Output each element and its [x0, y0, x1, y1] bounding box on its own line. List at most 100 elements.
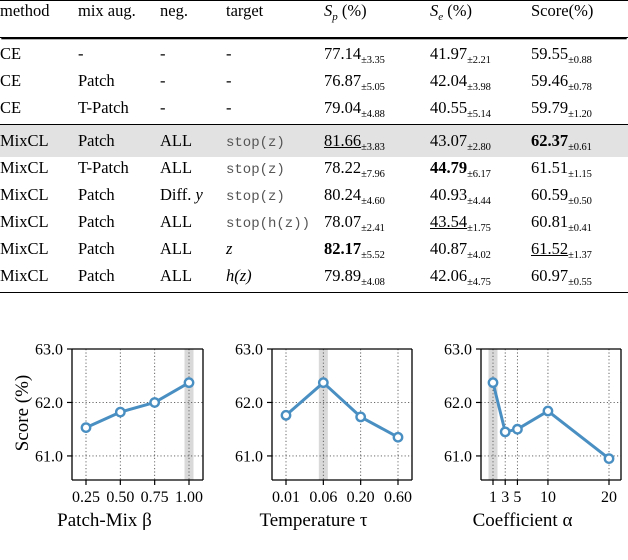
chart-2-svg: 61.0 62.0 63.0 1 3 5 10 20 [444, 342, 622, 506]
cell-sp-stddev: ±4.08 [361, 276, 385, 288]
cell-se: 41.97±2.21 [430, 38, 531, 71]
chart-0-ytick-label: 63.0 [35, 342, 63, 359]
chart-1-data-point [392, 431, 404, 443]
cell-se-value: 44.79 [430, 158, 468, 177]
cell-method: MixCL [0, 265, 78, 293]
chart-1-series-line [284, 381, 400, 439]
chart-2-data-point [603, 453, 615, 465]
cell-method: MixCL [0, 157, 78, 184]
score-label: Score [531, 1, 569, 20]
results-table-container: method mix aug. neg. target Sp (%) Se (%… [0, 0, 628, 306]
sp-unit: (%) [341, 1, 367, 20]
cell-se-stddev: ±4.44 [467, 195, 491, 207]
cell-mix-aug: - [78, 38, 160, 71]
cell-score-value: 59.55 [531, 44, 569, 63]
cell-target-text: z [226, 239, 233, 258]
cell-neg-text: - [160, 44, 166, 63]
ablation-charts: Score (%) Patch-Mix β 61.0 62.0 63.0 0.25 0.… [0, 310, 628, 560]
cell-method: MixCL [0, 211, 78, 238]
cell-se-value: 43.07 [430, 131, 468, 150]
cell-neg-text: - [160, 98, 166, 117]
cell-se-stddev: ±3.98 [467, 81, 491, 93]
cell-se: 42.04±3.98 [430, 70, 531, 97]
chart-0-xtick-label: 1.00 [175, 489, 203, 506]
cell-mix-aug: T-Patch [78, 97, 160, 125]
chart-1-ytick-label: 61.0 [235, 448, 263, 465]
cell-score: 60.81±0.41 [531, 211, 628, 238]
cell-neg: ALL [160, 124, 226, 157]
cell-mix-aug-text: Patch [78, 266, 115, 285]
sp-subscript: p [332, 11, 338, 23]
cell-score-stddev: ±1.15 [568, 168, 592, 180]
chart-2-ytick-label: 61.0 [444, 448, 472, 465]
cell-sp-stddev: ±5.05 [361, 81, 385, 93]
cell-se-value: 40.87 [430, 239, 468, 258]
column-header-mix-aug: mix aug. [78, 1, 136, 20]
cell-mix-aug-text: Patch [78, 71, 115, 90]
chart-0-data-point [149, 397, 161, 408]
cell-neg: Diff. y [160, 184, 226, 211]
cell-se-value: 42.06 [430, 266, 468, 285]
cell-sp-value: 77.14 [324, 44, 362, 63]
cell-sp: 81.66±3.83 [324, 124, 430, 157]
cell-sp-value: 78.22 [324, 158, 362, 177]
cell-score-value: 61.52 [531, 239, 569, 258]
chart-1-data-point [317, 377, 329, 389]
cell-sp-value: 78.07 [324, 212, 362, 231]
chart-0-ytick-label: 62.0 [35, 395, 63, 412]
cell-se: 43.07±2.80 [430, 124, 531, 157]
cell-neg-text: Diff. [160, 185, 192, 204]
cell-method-text: MixCL [0, 131, 49, 150]
chart-2-data-point [512, 423, 523, 435]
cell-method-text: CE [0, 71, 22, 90]
score-unit: (%) [568, 1, 594, 20]
cell-method: CE [0, 97, 78, 125]
table-row: MixCL Patch ALL stop(h(z)) 78.07±2.41 43.54±1… [0, 211, 628, 238]
cell-sp: 82.17±5.52 [324, 238, 430, 265]
cell-score: 61.52±1.37 [531, 238, 628, 265]
cell-se: 43.54±1.75 [430, 211, 531, 238]
table-row: MixCL Patch ALL stop(z) 81.66±3.83 43.07±2.80… [0, 124, 628, 157]
cell-neg: - [160, 38, 226, 71]
table-row: MixCL Patch Diff. y stop(z) 80.24±4.60 40.93±… [0, 184, 628, 211]
cell-se-value: 40.93 [430, 185, 468, 204]
cell-target-text: h(z) [226, 266, 252, 285]
cell-score-stddev: ±0.50 [568, 195, 592, 207]
cell-method: MixCL [0, 238, 78, 265]
chart-0-xtick-label: 0.75 [141, 489, 169, 506]
cell-target: - [226, 38, 324, 71]
cell-neg: ALL [160, 211, 226, 238]
cell-sp-stddev: ±2.41 [361, 222, 385, 234]
cell-mix-aug-text: Patch [78, 212, 115, 231]
cell-sp-stddev: ±5.52 [361, 249, 385, 261]
table-row: MixCL T-Patch ALL stop(z) 78.22±7.96 44.79±6.… [0, 157, 628, 184]
chart-2-xtick-label: 5 [513, 489, 521, 506]
cell-se-stddev: ±5.14 [467, 108, 491, 120]
cell-score-stddev: ±0.88 [568, 54, 592, 66]
chart-2-data-point [499, 426, 511, 438]
cell-se: 42.06±4.75 [430, 265, 531, 293]
se-symbol: S [430, 1, 439, 20]
cell-target-text: - [226, 98, 232, 117]
cell-sp-stddev: ±3.35 [361, 54, 385, 66]
cell-neg: - [160, 70, 226, 97]
chart-0-data-point [183, 377, 195, 389]
cell-score-value: 59.46 [531, 71, 569, 90]
chart-2-data-point [542, 405, 554, 417]
cell-neg: ALL [160, 238, 226, 265]
cell-score-value: 62.37 [531, 131, 569, 150]
table-header: method mix aug. neg. target Sp (%) Se (%… [0, 0, 628, 38]
cell-score-stddev: ±0.78 [568, 81, 592, 93]
cell-sp-value: 79.89 [324, 266, 362, 285]
cell-method: MixCL [0, 184, 78, 211]
column-header-neg: neg. [160, 1, 188, 20]
cell-mix-aug-text: T-Patch [78, 158, 129, 177]
chart-2-xtick-label: 20 [601, 489, 617, 506]
cell-neg-text: ALL [160, 212, 193, 231]
cell-score-stddev: ±1.37 [568, 249, 592, 261]
cell-se: 40.93±4.44 [430, 184, 531, 211]
cell-se: 44.79±6.17 [430, 157, 531, 184]
cell-se-stddev: ±4.02 [467, 249, 491, 261]
cell-sp: 79.04±4.88 [324, 97, 430, 125]
cell-se-stddev: ±1.75 [467, 222, 491, 234]
